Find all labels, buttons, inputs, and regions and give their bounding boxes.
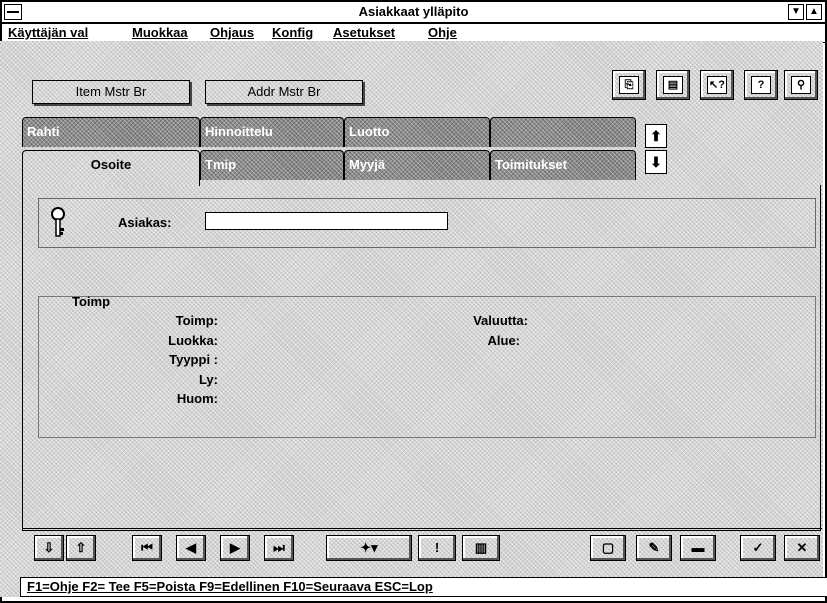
toimp-group-title: Toimp (72, 294, 111, 309)
status-bar: F1=Ohje F2= Tee F5=Poista F9=Edellinen F… (20, 577, 827, 597)
filter-icon[interactable]: ✦▾ (326, 535, 412, 561)
menu-muokkaa[interactable]: Muokkaa (132, 25, 188, 40)
tab-hinnoittelu[interactable]: Hinnoittelu (200, 117, 344, 147)
last-record-icon[interactable]: ⏭ (264, 535, 294, 561)
tyyppi-label: Tyyppi : (169, 352, 218, 367)
tab-empty[interactable] (490, 117, 636, 147)
paste-icon[interactable]: ▤ (656, 70, 690, 100)
luokka-label: Luokka: (168, 333, 218, 348)
first-record-icon[interactable]: ⏮ (132, 535, 162, 561)
copy-icon[interactable]: ⎘ (612, 70, 646, 100)
ok-icon[interactable]: ✓ (740, 535, 776, 561)
status-text: F1=Ohje F2= Tee F5=Poista F9=Edellinen F… (27, 579, 433, 594)
help-book-icon[interactable]: ? (744, 70, 778, 100)
info-icon[interactable]: ! (418, 535, 456, 561)
maximize-button[interactable]: ▲ (806, 4, 822, 20)
asiakas-label: Asiakas: (118, 215, 172, 230)
title-bar: Asiakkaat ylläpito ▼ ▲ (2, 2, 825, 24)
item-mstr-br-button[interactable]: Item Mstr Br (32, 80, 190, 104)
new-record-icon[interactable]: ▢ (590, 535, 626, 561)
valuutta-label: Valuutta: (473, 313, 528, 328)
chart-icon[interactable]: ▥ (462, 535, 500, 561)
cancel-icon[interactable]: ✕ (784, 535, 820, 561)
tab-tmip[interactable]: Tmip (200, 150, 344, 180)
delete-icon[interactable]: ▬ (680, 535, 716, 561)
toimp-label: Toimp: (175, 313, 218, 328)
tab-scroll-up-button[interactable]: ⬆ (645, 124, 667, 148)
tab-myyja[interactable]: Myyjä (344, 150, 490, 180)
menu-ohjaus[interactable]: Ohjaus (210, 25, 254, 40)
addr-mstr-br-button[interactable]: Addr Mstr Br (205, 80, 363, 104)
window-title: Asiakkaat ylläpito (358, 4, 469, 19)
tab-rahti[interactable]: Rahti (22, 117, 200, 147)
previous-record-icon[interactable]: ◀ (176, 535, 206, 561)
import-icon[interactable]: ⇩ (34, 535, 64, 561)
minimize-button[interactable]: ▼ (788, 4, 804, 20)
menu-konfig[interactable]: Konfig (272, 25, 313, 40)
alue-label: Alue: (487, 333, 521, 348)
help-pointer-icon[interactable]: ↖? (700, 70, 734, 100)
tab-scroll-down-button[interactable]: ⬇ (645, 150, 667, 174)
menu-ohje[interactable]: Ohje (428, 25, 457, 40)
next-record-icon[interactable]: ▶ (220, 535, 250, 561)
tab-osoite[interactable]: Osoite (22, 150, 200, 186)
ly-label: Ly: (198, 372, 218, 387)
menu-kayttajan-val[interactable]: Käyttäjän val (8, 25, 88, 40)
export-icon[interactable]: ⇧ (66, 535, 96, 561)
search-key-icon[interactable]: ⚲ (784, 70, 818, 100)
edit-icon[interactable]: ✎ (636, 535, 672, 561)
asiakas-input[interactable] (205, 212, 448, 230)
huom-label: Huom: (176, 391, 218, 406)
menu-asetukset[interactable]: Asetukset (333, 25, 395, 40)
key-icon (48, 206, 68, 238)
tab-luotto[interactable]: Luotto (344, 117, 490, 147)
tab-toimitukset[interactable]: Toimitukset (490, 150, 636, 180)
